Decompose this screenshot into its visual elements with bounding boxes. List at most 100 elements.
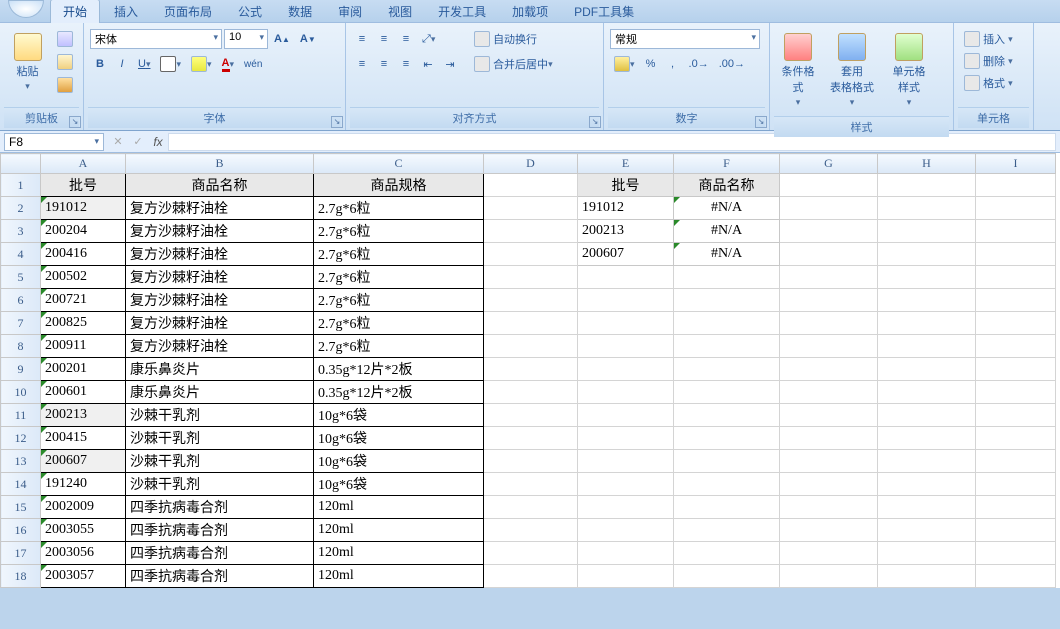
- tab-7[interactable]: 开发工具: [426, 0, 498, 23]
- cell-I15[interactable]: [976, 496, 1056, 519]
- cell-D4[interactable]: [484, 243, 578, 266]
- cell-F15[interactable]: [674, 496, 780, 519]
- phonetic-button[interactable]: wén: [240, 54, 266, 74]
- cell-C11[interactable]: 10g*6袋: [314, 404, 484, 427]
- cell-A5[interactable]: 200502: [41, 266, 126, 289]
- cell-E9[interactable]: [578, 358, 674, 381]
- cell-H17[interactable]: [878, 542, 976, 565]
- comma-button[interactable]: ,: [663, 54, 683, 74]
- row-header[interactable]: 3: [1, 220, 41, 243]
- cell-E3[interactable]: 200213: [578, 220, 674, 243]
- cell-E18[interactable]: [578, 565, 674, 588]
- cell-B17[interactable]: 四季抗病毒合剂: [126, 542, 314, 565]
- cell-E13[interactable]: [578, 450, 674, 473]
- cell-E4[interactable]: 200607: [578, 243, 674, 266]
- cell-G18[interactable]: [780, 565, 878, 588]
- cell-G9[interactable]: [780, 358, 878, 381]
- cell-D7[interactable]: [484, 312, 578, 335]
- cell-B9[interactable]: 康乐鼻炎片: [126, 358, 314, 381]
- cancel-formula[interactable]: ✕: [108, 132, 128, 152]
- cell-D9[interactable]: [484, 358, 578, 381]
- cell-F9[interactable]: [674, 358, 780, 381]
- col-header-I[interactable]: I: [976, 154, 1056, 174]
- cell-D1[interactable]: [484, 174, 578, 197]
- format-as-table-button[interactable]: 套用 表格格式▾: [824, 29, 880, 112]
- cell-C1[interactable]: 商品规格: [314, 174, 484, 197]
- row-header[interactable]: 8: [1, 335, 41, 358]
- cell-G13[interactable]: [780, 450, 878, 473]
- decrease-decimal[interactable]: .00→: [715, 54, 749, 74]
- cell-A17[interactable]: 2003056: [41, 542, 126, 565]
- row-header[interactable]: 9: [1, 358, 41, 381]
- percent-button[interactable]: %: [641, 54, 661, 74]
- cell-C7[interactable]: 2.7g*6粒: [314, 312, 484, 335]
- format-cells-button[interactable]: 格式 ▾: [960, 73, 1024, 93]
- cell-A2[interactable]: 191012: [41, 197, 126, 220]
- delete-cells-button[interactable]: 删除 ▾: [960, 51, 1024, 71]
- currency-button[interactable]: [610, 54, 639, 74]
- cell-D18[interactable]: [484, 565, 578, 588]
- cell-H16[interactable]: [878, 519, 976, 542]
- cell-G2[interactable]: [780, 197, 878, 220]
- cut-button[interactable]: [53, 29, 77, 49]
- cell-F13[interactable]: [674, 450, 780, 473]
- tab-9[interactable]: PDF工具集: [562, 0, 646, 23]
- tab-2[interactable]: 页面布局: [152, 0, 224, 23]
- font-color-button[interactable]: A: [218, 54, 238, 74]
- alignment-launcher[interactable]: ↘: [589, 116, 601, 128]
- cell-G8[interactable]: [780, 335, 878, 358]
- cell-F7[interactable]: [674, 312, 780, 335]
- cell-E16[interactable]: [578, 519, 674, 542]
- cell-H6[interactable]: [878, 289, 976, 312]
- orientation-button[interactable]: ⤢: [418, 29, 439, 49]
- cell-E8[interactable]: [578, 335, 674, 358]
- cell-G15[interactable]: [780, 496, 878, 519]
- cell-G11[interactable]: [780, 404, 878, 427]
- cell-F3[interactable]: #N/A: [674, 220, 780, 243]
- merge-center-button[interactable]: 合并后居中: [470, 54, 580, 74]
- cell-I14[interactable]: [976, 473, 1056, 496]
- indent-decrease[interactable]: ⇤: [418, 54, 438, 74]
- cell-C15[interactable]: 120ml: [314, 496, 484, 519]
- cell-A7[interactable]: 200825: [41, 312, 126, 335]
- cell-F1[interactable]: 商品名称: [674, 174, 780, 197]
- cell-H18[interactable]: [878, 565, 976, 588]
- cell-F6[interactable]: [674, 289, 780, 312]
- cell-A12[interactable]: 200415: [41, 427, 126, 450]
- cell-D6[interactable]: [484, 289, 578, 312]
- copy-button[interactable]: [53, 52, 77, 72]
- shrink-font-button[interactable]: A▼: [296, 29, 320, 49]
- cell-A3[interactable]: 200204: [41, 220, 126, 243]
- cell-G5[interactable]: [780, 266, 878, 289]
- cell-F2[interactable]: #N/A: [674, 197, 780, 220]
- row-header[interactable]: 12: [1, 427, 41, 450]
- cell-H14[interactable]: [878, 473, 976, 496]
- row-header[interactable]: 13: [1, 450, 41, 473]
- cell-H12[interactable]: [878, 427, 976, 450]
- cell-I1[interactable]: [976, 174, 1056, 197]
- cell-A14[interactable]: 191240: [41, 473, 126, 496]
- cell-G4[interactable]: [780, 243, 878, 266]
- tab-0[interactable]: 开始: [50, 0, 100, 23]
- row-header[interactable]: 16: [1, 519, 41, 542]
- cell-A4[interactable]: 200416: [41, 243, 126, 266]
- cell-F8[interactable]: [674, 335, 780, 358]
- cell-D14[interactable]: [484, 473, 578, 496]
- cell-E12[interactable]: [578, 427, 674, 450]
- cell-E14[interactable]: [578, 473, 674, 496]
- row-header[interactable]: 6: [1, 289, 41, 312]
- col-header-H[interactable]: H: [878, 154, 976, 174]
- cell-F14[interactable]: [674, 473, 780, 496]
- cell-I11[interactable]: [976, 404, 1056, 427]
- cell-A18[interactable]: 2003057: [41, 565, 126, 588]
- tab-8[interactable]: 加载项: [500, 0, 560, 23]
- cell-D10[interactable]: [484, 381, 578, 404]
- cell-I13[interactable]: [976, 450, 1056, 473]
- cell-C5[interactable]: 2.7g*6粒: [314, 266, 484, 289]
- clipboard-launcher[interactable]: ↘: [69, 116, 81, 128]
- cell-B2[interactable]: 复方沙棘籽油栓: [126, 197, 314, 220]
- col-header-E[interactable]: E: [578, 154, 674, 174]
- tab-4[interactable]: 数据: [276, 0, 324, 23]
- cell-B3[interactable]: 复方沙棘籽油栓: [126, 220, 314, 243]
- cell-B5[interactable]: 复方沙棘籽油栓: [126, 266, 314, 289]
